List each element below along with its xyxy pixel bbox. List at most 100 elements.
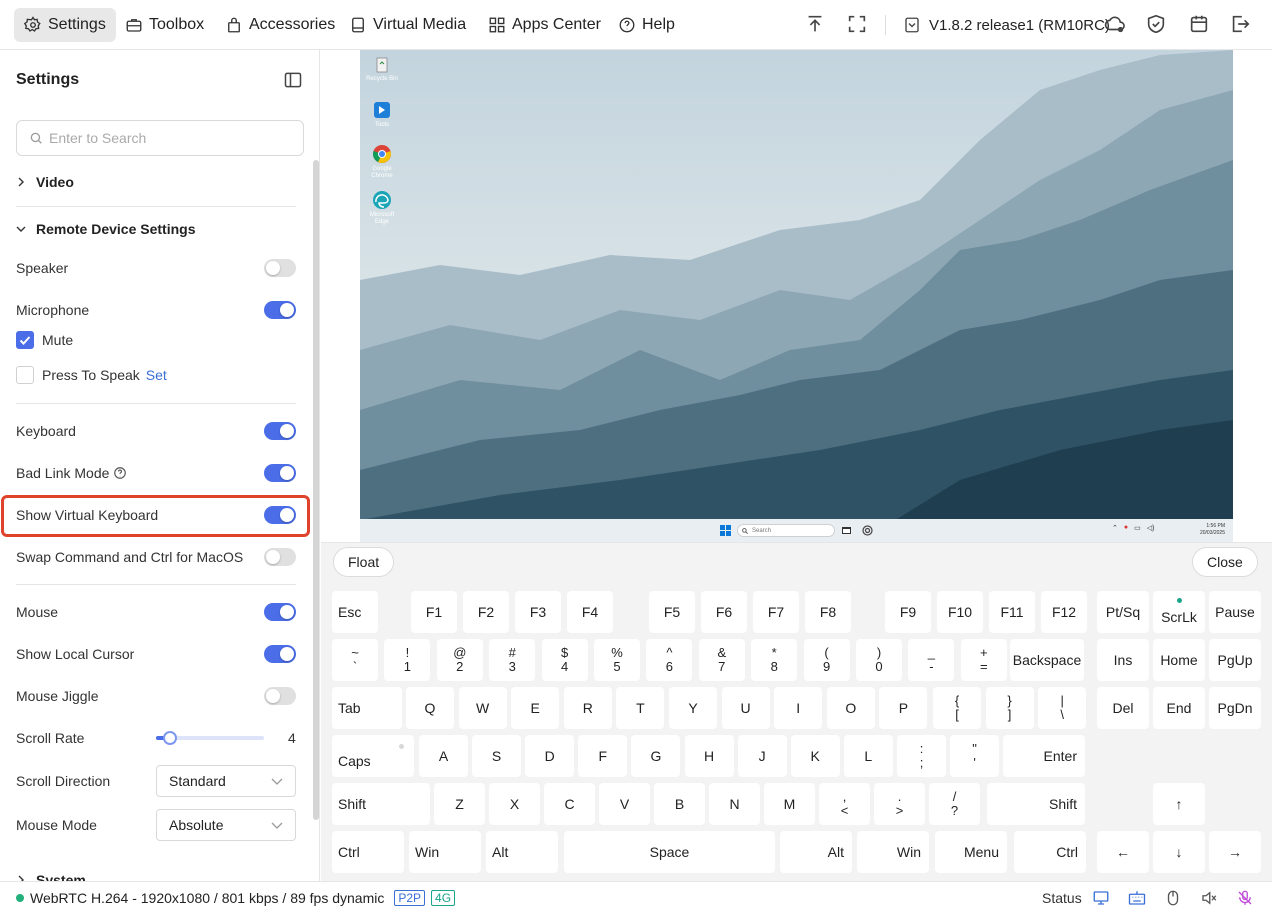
key-f8[interactable]: F8 bbox=[805, 591, 851, 633]
key-1[interactable]: ! 1 bbox=[384, 639, 431, 681]
speaker-muted-icon[interactable] bbox=[1200, 889, 1218, 907]
key-f12[interactable]: F12 bbox=[1041, 591, 1087, 633]
key-right-ctrl[interactable]: Ctrl bbox=[1014, 831, 1086, 873]
windows-start-icon[interactable] bbox=[720, 525, 731, 536]
upload-icon[interactable] bbox=[804, 13, 826, 35]
key-page-down[interactable]: PgDn bbox=[1209, 687, 1261, 729]
show-virtual-keyboard-toggle[interactable] bbox=[264, 506, 296, 524]
slider-handle[interactable] bbox=[163, 731, 178, 745]
key-menu[interactable]: Menu bbox=[935, 831, 1007, 873]
mouse-icon[interactable] bbox=[1164, 889, 1182, 907]
section-system[interactable]: System bbox=[16, 872, 86, 881]
key-`[interactable]: ~ ` bbox=[332, 639, 378, 681]
press-to-speak-checkbox[interactable] bbox=[16, 366, 34, 384]
nav-toolbox[interactable]: Toolbox bbox=[115, 8, 214, 42]
key-g[interactable]: G bbox=[631, 735, 681, 777]
remote-screen[interactable]: Recycle Bin Tools Google Chrome Microsof… bbox=[321, 50, 1272, 542]
desktop-icon[interactable]: Microsoft Edge bbox=[364, 190, 394, 225]
key-left-alt[interactable]: Alt bbox=[486, 831, 558, 873]
swap-command-ctrl-toggle[interactable] bbox=[264, 548, 296, 566]
key-2[interactable]: @2 bbox=[436, 639, 483, 681]
mouse-toggle[interactable] bbox=[264, 603, 296, 621]
key-d[interactable]: D bbox=[525, 735, 575, 777]
bad-link-mode-toggle[interactable] bbox=[264, 464, 296, 482]
key-<[interactable]: , < bbox=[819, 783, 870, 825]
key-f[interactable]: F bbox=[578, 735, 628, 777]
speaker-toggle[interactable] bbox=[264, 259, 296, 277]
key-print-screen[interactable]: Pt/Sq bbox=[1097, 591, 1149, 633]
key-l[interactable]: L bbox=[843, 735, 893, 777]
key-x[interactable]: X bbox=[489, 783, 540, 825]
key-\[interactable]: | \ bbox=[1038, 687, 1087, 729]
key-delete[interactable]: Del bbox=[1097, 687, 1149, 729]
mute-checkbox[interactable] bbox=[16, 331, 34, 349]
key-][interactable]: }] bbox=[985, 687, 1034, 729]
key-4[interactable]: $4 bbox=[541, 639, 588, 681]
key-e[interactable]: E bbox=[511, 687, 560, 729]
key-c[interactable]: C bbox=[544, 783, 595, 825]
settings-app-icon[interactable] bbox=[862, 525, 873, 536]
key-pause[interactable]: Pause bbox=[1209, 591, 1261, 633]
key-right-win[interactable]: Win bbox=[857, 831, 929, 873]
key-left-shift[interactable]: Shift bbox=[332, 783, 430, 825]
key-backspace[interactable]: Backspace bbox=[1010, 639, 1084, 681]
key-arrow-right[interactable]: → bbox=[1209, 831, 1261, 873]
key-8[interactable]: * 8 bbox=[751, 639, 798, 681]
section-video[interactable]: Video bbox=[16, 174, 74, 190]
sidebar-scrollbar[interactable] bbox=[313, 160, 319, 820]
shield-check-icon[interactable] bbox=[1145, 13, 1167, 35]
key-o[interactable]: O bbox=[826, 687, 875, 729]
close-button[interactable]: Close bbox=[1192, 547, 1258, 577]
key-left-ctrl[interactable]: Ctrl bbox=[332, 831, 404, 873]
scroll-direction-select[interactable]: Standard bbox=[156, 765, 296, 797]
key-q[interactable]: Q bbox=[406, 687, 454, 729]
desktop-icon[interactable]: Tools bbox=[364, 100, 390, 128]
monitor-icon[interactable] bbox=[1092, 889, 1110, 907]
key-=[interactable]: + = bbox=[960, 639, 1007, 681]
key-f4[interactable]: F4 bbox=[567, 591, 613, 633]
key-r[interactable]: R bbox=[563, 687, 612, 729]
key-f5[interactable]: F5 bbox=[649, 591, 695, 633]
key-p[interactable]: P bbox=[879, 687, 928, 729]
key-h[interactable]: H bbox=[684, 735, 734, 777]
key-y[interactable]: Y bbox=[669, 687, 717, 729]
key-u[interactable]: U bbox=[721, 687, 770, 729]
key-n[interactable]: N bbox=[709, 783, 760, 825]
key-'[interactable]: " ' bbox=[950, 735, 1000, 777]
key-5[interactable]: % 5 bbox=[594, 639, 640, 681]
section-remote-device-settings[interactable]: Remote Device Settings bbox=[16, 221, 196, 237]
scroll-rate-slider[interactable] bbox=[156, 731, 264, 745]
key-f10[interactable]: F10 bbox=[937, 591, 983, 633]
key-right-shift[interactable]: Shift bbox=[987, 783, 1085, 825]
desktop-icon[interactable]: Recycle Bin bbox=[364, 54, 398, 82]
logout-icon[interactable] bbox=[1229, 13, 1251, 35]
key-6[interactable]: ^ 6 bbox=[646, 639, 693, 681]
key-t[interactable]: T bbox=[616, 687, 665, 729]
key-j[interactable]: J bbox=[737, 735, 787, 777]
key-f1[interactable]: F1 bbox=[411, 591, 457, 633]
key-f6[interactable]: F6 bbox=[701, 591, 747, 633]
key-arrow-up[interactable]: ↑ bbox=[1153, 783, 1205, 825]
taskbar-search[interactable]: Search bbox=[737, 524, 835, 537]
key-z[interactable]: Z bbox=[434, 783, 485, 825]
key-0[interactable]: ) 0 bbox=[856, 639, 902, 681]
key-[[interactable]: {[ bbox=[933, 687, 981, 729]
nav-settings[interactable]: Settings bbox=[14, 8, 116, 42]
key-esc[interactable]: Esc bbox=[332, 591, 378, 633]
keyboard-icon[interactable] bbox=[1128, 889, 1146, 907]
remote-desktop[interactable]: Recycle Bin Tools Google Chrome Microsof… bbox=[360, 50, 1233, 542]
file-explorer-icon[interactable] bbox=[842, 526, 851, 535]
key-f11[interactable]: F11 bbox=[989, 591, 1035, 633]
taskbar-clock[interactable]: 1:56 PM 20/03/2025 bbox=[1200, 523, 1225, 537]
key-page-up[interactable]: PgUp bbox=[1209, 639, 1261, 681]
key-f3[interactable]: F3 bbox=[515, 591, 561, 633]
nav-accessories[interactable]: Accessories bbox=[215, 8, 345, 42]
key-3[interactable]: #3 bbox=[489, 639, 536, 681]
key-9[interactable]: (9 bbox=[803, 639, 850, 681]
key-home[interactable]: Home bbox=[1153, 639, 1205, 681]
key->[interactable]: . > bbox=[874, 783, 925, 825]
calendar-icon[interactable] bbox=[1188, 13, 1210, 35]
key-caps-lock[interactable]: Caps bbox=[332, 735, 414, 777]
key-arrow-left[interactable]: ← bbox=[1097, 831, 1149, 873]
nav-help[interactable]: Help bbox=[608, 8, 685, 42]
